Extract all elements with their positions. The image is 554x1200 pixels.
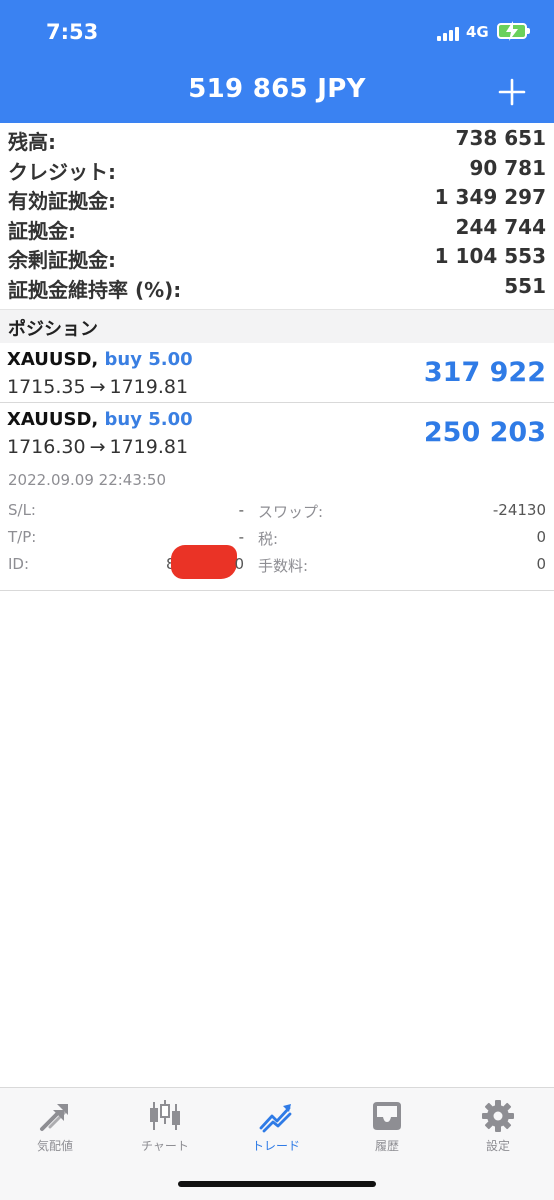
summary-row-free-margin: 余剰証拠金: 1 104 553 bbox=[0, 242, 554, 272]
summary-label: 証拠金: bbox=[8, 218, 76, 243]
tp-label: T/P: bbox=[8, 528, 37, 546]
home-indicator[interactable] bbox=[178, 1181, 376, 1187]
tab-label: トレード bbox=[251, 1139, 300, 1153]
summary-row-margin-level: 証拠金維持率 (%): 551 bbox=[0, 272, 554, 302]
commission-label: 手数料: bbox=[258, 557, 309, 575]
id-label: ID: bbox=[8, 555, 30, 573]
summary-value: 1 349 297 bbox=[434, 185, 546, 209]
summary-value: 1 104 553 bbox=[434, 244, 546, 268]
account-summary: 残高: 738 651 クレジット: 90 781 有効証拠金: 1 349 2… bbox=[0, 124, 554, 302]
tab-quotes[interactable]: 気配値 bbox=[0, 1088, 110, 1168]
summary-label: 証拠金維持率 (%): bbox=[8, 277, 182, 302]
candlestick-chart-icon bbox=[150, 1100, 180, 1130]
swap-value: -24130 bbox=[492, 501, 546, 519]
summary-label: クレジット: bbox=[8, 159, 116, 184]
position-row-expanded[interactable]: XAUUSD, buy 5.00 1716.30 → 1719.81 250 203 bbox=[0, 403, 554, 463]
signal-strength-icon bbox=[437, 27, 463, 41]
trade-trend-icon bbox=[259, 1104, 292, 1133]
commission-value: 0 bbox=[536, 555, 546, 573]
position-current-price: 1719.81 bbox=[109, 436, 189, 458]
position-open-time: 2022.09.09 22:43:50 bbox=[8, 471, 167, 489]
summary-value: 244 744 bbox=[455, 214, 546, 239]
sl-label: S/L: bbox=[8, 501, 36, 519]
status-time: 7:53 bbox=[46, 20, 99, 44]
position-detail: 2022.09.09 22:43:50 S/L: - スワップ: -24130 … bbox=[0, 461, 554, 591]
position-side: buy 5.00 bbox=[104, 349, 193, 370]
tax-label: 税: bbox=[258, 530, 279, 548]
summary-label: 有効証拠金: bbox=[8, 189, 116, 213]
summary-value: 551 bbox=[504, 273, 546, 298]
summary-value: 90 781 bbox=[469, 155, 546, 180]
id-value-end: 0 bbox=[234, 555, 244, 573]
plus-icon[interactable] bbox=[498, 78, 526, 106]
position-current-price: 1719.81 bbox=[109, 376, 189, 398]
position-side: buy 5.00 bbox=[104, 409, 193, 430]
account-equity-title: 519 865 JPY bbox=[188, 74, 366, 104]
summary-value: 738 651 bbox=[455, 126, 546, 150]
summary-row-margin: 証拠金: 244 744 bbox=[0, 213, 554, 243]
quotes-arrows-icon bbox=[40, 1104, 68, 1131]
tab-history[interactable]: 履歴 bbox=[332, 1088, 442, 1168]
position-symbol: XAUUSD, bbox=[7, 409, 99, 430]
summary-row-credit: クレジット: 90 781 bbox=[0, 154, 554, 184]
position-open-price: 1716.30 bbox=[7, 436, 86, 458]
summary-label: 残高: bbox=[8, 130, 56, 154]
status-bar: 7:53 4G bbox=[0, 0, 554, 66]
tax-value: 0 bbox=[536, 528, 546, 546]
tab-label: 履歴 bbox=[374, 1139, 399, 1153]
tab-chart[interactable]: チャート bbox=[110, 1088, 220, 1168]
battery-icon bbox=[497, 21, 530, 41]
settings-gear-icon bbox=[482, 1100, 514, 1132]
price-arrow: → bbox=[89, 376, 106, 398]
summary-row-equity: 有効証拠金: 1 349 297 bbox=[0, 183, 554, 213]
position-profit: 317 922 bbox=[423, 357, 546, 388]
price-arrow: → bbox=[89, 436, 106, 458]
position-profit: 250 203 bbox=[423, 417, 546, 448]
tab-label: 設定 bbox=[485, 1139, 510, 1153]
swap-label: スワップ: bbox=[258, 503, 324, 521]
positions-section-header: ポジション bbox=[0, 309, 554, 343]
app-header: 7:53 4G 519 865 JPY bbox=[0, 0, 554, 123]
positions-section-title: ポジション bbox=[8, 319, 98, 340]
summary-label: 余剰証拠金: bbox=[8, 248, 116, 272]
network-type: 4G bbox=[466, 23, 489, 41]
summary-row-balance: 残高: 738 651 bbox=[0, 124, 554, 154]
tab-label: 気配値 bbox=[36, 1139, 73, 1153]
tab-settings[interactable]: 設定 bbox=[443, 1088, 553, 1168]
tab-trade[interactable]: トレード bbox=[221, 1088, 331, 1168]
redaction-mark bbox=[171, 545, 237, 579]
tp-value: - bbox=[238, 528, 244, 546]
tab-label: チャート bbox=[141, 1139, 189, 1153]
history-inbox-icon bbox=[373, 1102, 401, 1130]
position-open-price: 1715.35 bbox=[7, 376, 86, 398]
position-row[interactable]: XAUUSD, buy 5.00 1715.35 → 1719.81 317 922 bbox=[0, 343, 554, 403]
position-symbol: XAUUSD, bbox=[7, 349, 99, 370]
sl-value: - bbox=[238, 501, 244, 519]
